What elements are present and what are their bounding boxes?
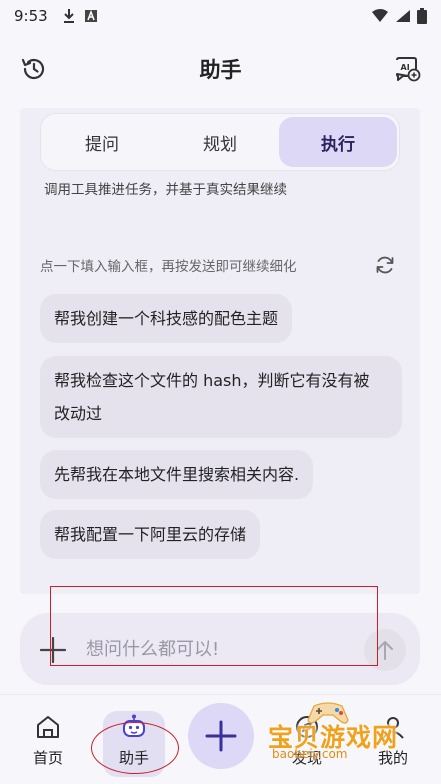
suggestion-chip[interactable]: 帮我检查这个文件的 hash，判断它有没有被 改动过 [40,356,402,438]
suggestion-hint: 点一下填入输入框，再按发送即可继续细化 [40,259,297,275]
font-icon [84,9,97,22]
page-title: 助手 [199,58,242,82]
suggestion-chip[interactable]: 帮我创建一个科技感的配色主题 [40,294,293,343]
suggestion-chip[interactable]: 帮我配置一下阿里云的存储 [40,510,261,559]
app-header: 助手 AI [0,40,441,98]
wifi-icon [372,9,388,22]
download-icon [63,9,74,23]
signal-icon [396,10,410,22]
suggestion-text: 帮我创建一个科技感的配色主题 [54,309,279,328]
suggestion-text: 改动过 [54,404,103,423]
watermark-url: baobeiy.com [272,747,348,761]
assistant-panel: 提问 规划 执行 调用工具推进任务，并基于真实结果继续 点一下填入输入框，再按发… [20,108,420,594]
tab-execute[interactable]: 执行 [279,117,397,167]
svg-text:AI: AI [401,63,410,72]
suggestion-text: 帮我检查这个文件的 hash，判断它有没有被 [54,371,370,390]
nav-home[interactable]: 首页 [18,713,78,768]
suggestion-header: 点一下填入输入框，再按发送即可继续细化 [40,253,396,277]
tab-plan[interactable]: 规划 [161,117,279,167]
mode-description: 调用工具推进任务，并基于真实结果继续 [44,182,287,198]
watermark: 宝贝游戏网 baobeiy.com [262,700,412,770]
annotation-box [50,586,378,666]
status-bar: 9:53 [0,0,441,32]
plus-icon [205,720,237,752]
nav-home-label: 首页 [32,749,63,767]
mode-switcher: 提问 规划 执行 [40,113,400,171]
history-icon[interactable] [20,55,48,83]
new-ai-chat-icon[interactable]: AI [393,55,421,83]
suggestion-text: 帮我配置一下阿里云的存储 [54,525,247,544]
suggestion-text: 先帮我在本地文件里搜索相关内容. [54,465,300,484]
home-icon [37,716,59,738]
status-time: 9:53 [14,7,48,25]
battery-icon [417,8,427,24]
create-button[interactable] [188,703,254,769]
annotation-ellipse [91,722,179,774]
suggestion-chip[interactable]: 先帮我在本地文件里搜索相关内容. [40,450,314,499]
tab-ask[interactable]: 提问 [43,117,161,167]
refresh-icon[interactable] [374,254,396,276]
